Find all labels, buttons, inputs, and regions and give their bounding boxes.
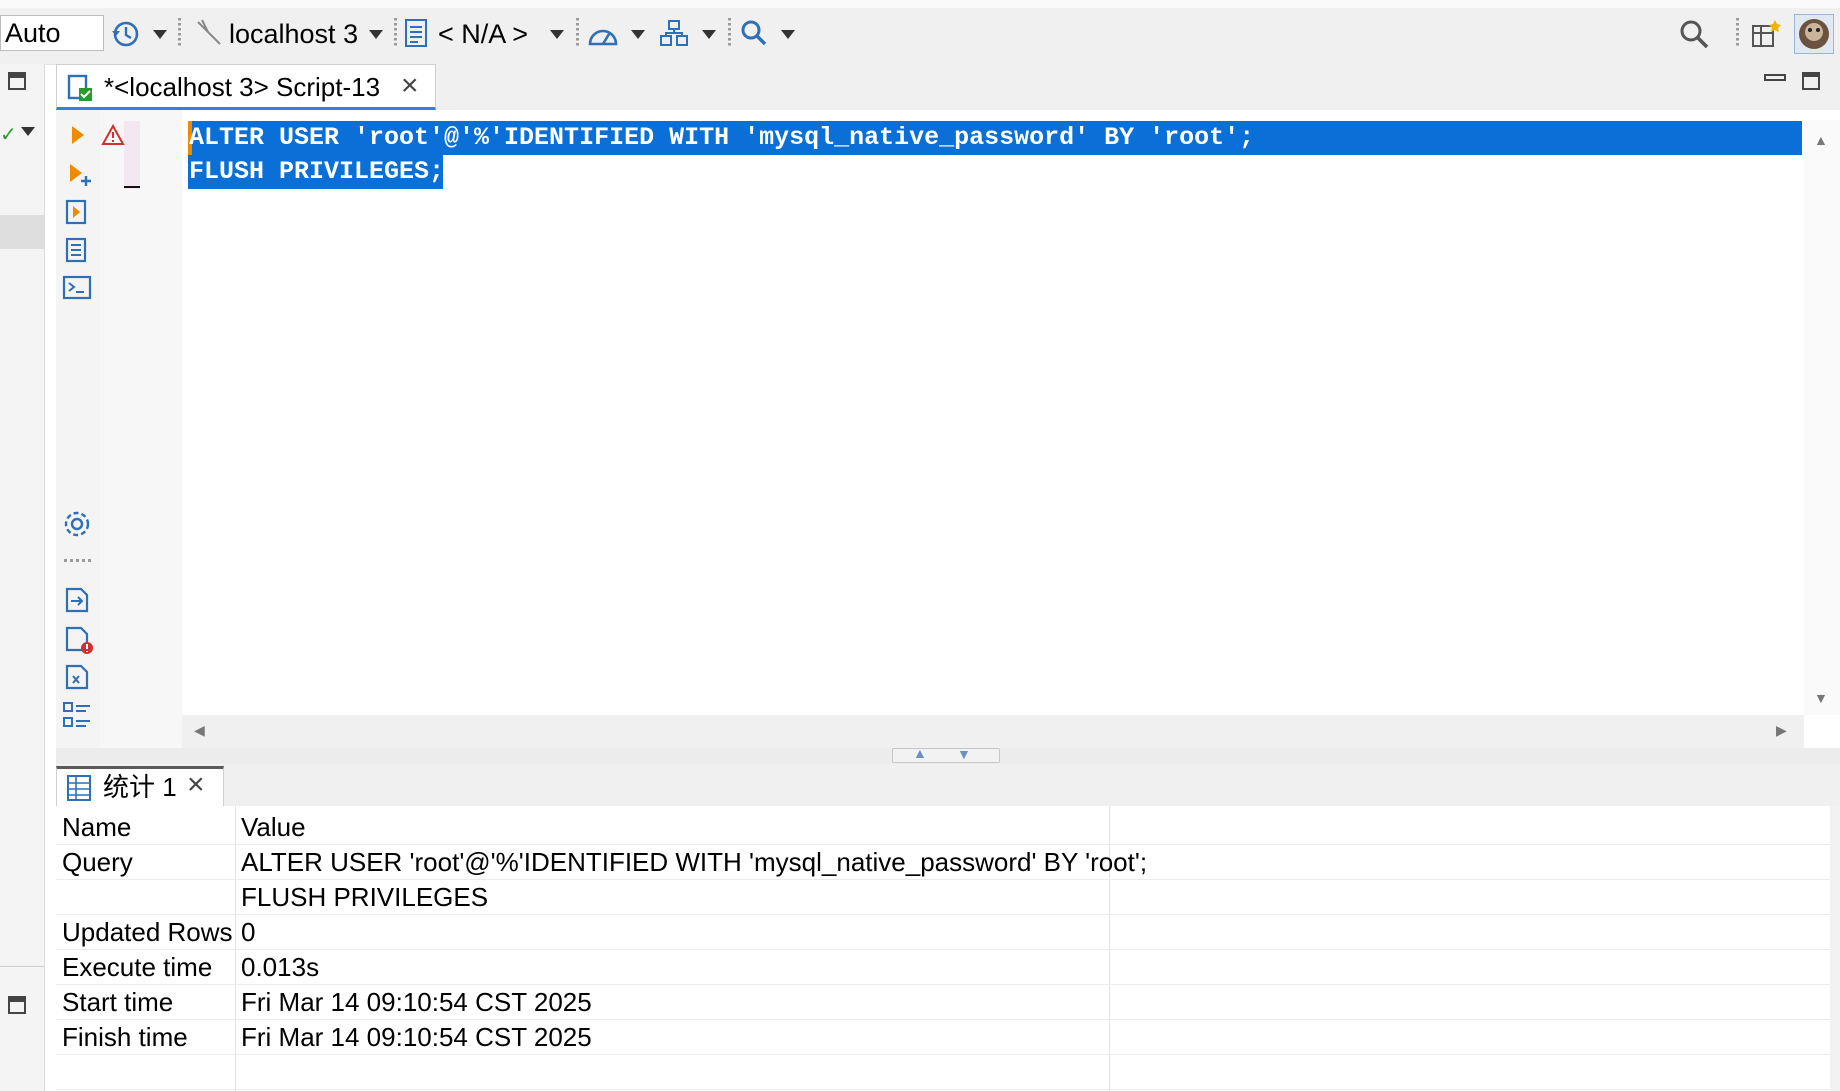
close-tab-icon[interactable]: × [401,69,419,103]
left-dropdown-icon[interactable] [21,127,35,136]
query-marker-bar [124,121,140,189]
table-row-empty [56,1055,1830,1090]
results-tab-bar [56,764,1840,807]
execute-statement-icon[interactable] [70,124,86,151]
row-value: Fri Mar 14 09:10:54 CST 2025 [241,1022,592,1052]
close-results-tab-icon[interactable]: × [187,768,205,802]
tab-script-title: *<localhost 3> Script-13 [104,72,381,102]
code-text-area[interactable] [182,120,1804,715]
outline-icon[interactable] [62,701,92,734]
sql-script-icon [67,74,93,102]
search-dropdown-icon[interactable] [781,30,795,39]
global-search-icon[interactable] [1678,18,1710,50]
tab-script-13[interactable]: *<localhost 3> Script-13 × [56,64,436,110]
code-line-1: ALTER USER 'root'@'%'IDENTIFIED WITH 'my… [189,123,1255,152]
row-value: ALTER USER 'root'@'%'IDENTIFIED WITH 'my… [241,847,1148,877]
minimize-panel-icon[interactable] [8,72,26,90]
perspective-icon[interactable] [1751,18,1783,50]
table-grid-icon [66,774,92,807]
grid-scrollbar[interactable] [1830,806,1840,1091]
toolbar-separator [576,18,579,48]
schema-icon [404,18,430,48]
ruler-separator [64,559,92,562]
expand-down-icon[interactable]: ▼ [957,746,971,762]
transaction-log-icon[interactable] [659,18,689,48]
table-row[interactable]: FLUSH PRIVILEGES [56,880,1830,915]
dbeaver-perspective-button[interactable] [1794,14,1834,54]
export-icon[interactable] [64,586,90,619]
left-divider [0,966,44,967]
restore-panel-icon[interactable] [8,996,26,1014]
warning-icon [101,123,125,151]
grid-rows: Name Value Query ALTER USER 'root'@'%'ID… [56,810,1830,1090]
datasource-plug-icon [194,18,224,48]
row-value: FLUSH PRIVILEGES [241,882,489,912]
row-name: Execute time [62,952,213,982]
row-value: 0 [241,917,256,947]
dashboard-gauge-icon[interactable] [587,20,619,48]
scroll-down-arrow-icon[interactable]: ▼ [1814,690,1828,706]
commit-mode-box[interactable]: Auto [0,15,104,51]
variables-icon[interactable] [64,663,90,696]
code-line-2: FLUSH PRIVILEGES; [189,157,445,186]
settings-gear-icon[interactable] [62,509,92,544]
commit-mode-label: Auto [5,18,61,48]
row-value: 0.013s [241,952,320,982]
tab-statistics-1[interactable]: 统计 1 × [56,766,224,806]
minimize-editor-icon[interactable] [1764,74,1786,81]
splitter-handle[interactable]: ▲ ▼ [892,745,1000,763]
table-row[interactable]: Updated Rows 0 [56,915,1830,950]
table-row[interactable]: Execute time 0.013s [56,950,1830,985]
scroll-right-arrow-icon[interactable]: ▶ [1776,722,1787,739]
datasource-dropdown-icon[interactable] [369,30,383,39]
dbeaver-logo-icon [1799,19,1829,49]
checkmark-icon: ✓ [0,124,17,146]
transaction-dropdown-icon[interactable] [702,30,716,39]
schema-selector[interactable]: < N/A > [438,17,528,51]
maximize-editor-icon[interactable] [1802,72,1820,90]
scroll-left-arrow-icon[interactable]: ◀ [194,722,205,739]
column-header-name[interactable]: Name [62,810,131,844]
explain-plan-icon[interactable] [64,236,90,269]
schema-dropdown-icon[interactable] [550,30,564,39]
row-name: Start time [62,987,174,1017]
line-number-gutter [100,110,182,755]
toolbar-separator [178,18,181,48]
scroll-up-arrow-icon[interactable]: ▲ [1814,132,1828,148]
history-icon[interactable] [110,18,142,50]
row-name: Query [62,847,133,877]
execute-script-icon[interactable] [64,198,90,231]
left-selected-row[interactable] [0,215,44,249]
row-name: Finish time [62,1022,188,1052]
terminal-icon[interactable] [62,275,92,306]
toolbar-separator [394,18,397,48]
cursor-marker [124,186,140,188]
column-header-value[interactable]: Value [241,810,306,844]
dashboard-dropdown-icon[interactable] [631,30,645,39]
toolbar-separator [1736,18,1739,48]
expand-up-icon[interactable]: ▲ [913,745,927,761]
editor-vertical-scrollbar[interactable] [1804,120,1840,715]
history-dropdown-icon[interactable] [153,30,167,39]
results-tab-title: 统计 1 [103,772,177,802]
execute-in-new-tab-icon[interactable] [68,162,94,193]
search-icon[interactable] [739,18,769,48]
row-name: Updated Rows [62,917,233,947]
error-log-icon[interactable] [64,625,94,660]
toolbar-separator [728,18,731,48]
row-value: Fri Mar 14 09:10:54 CST 2025 [241,987,592,1017]
menu-strip-remnant [0,0,1840,8]
table-row[interactable]: Start time Fri Mar 14 09:10:54 CST 2025 [56,985,1830,1020]
datasource-selector[interactable]: localhost 3 [229,17,358,51]
table-header-row: Name Value [56,810,1830,845]
table-row[interactable]: Finish time Fri Mar 14 09:10:54 CST 2025 [56,1020,1830,1055]
editor-horizontal-scrollbar[interactable] [182,715,1804,749]
table-row[interactable]: Query ALTER USER 'root'@'%'IDENTIFIED WI… [56,845,1830,880]
